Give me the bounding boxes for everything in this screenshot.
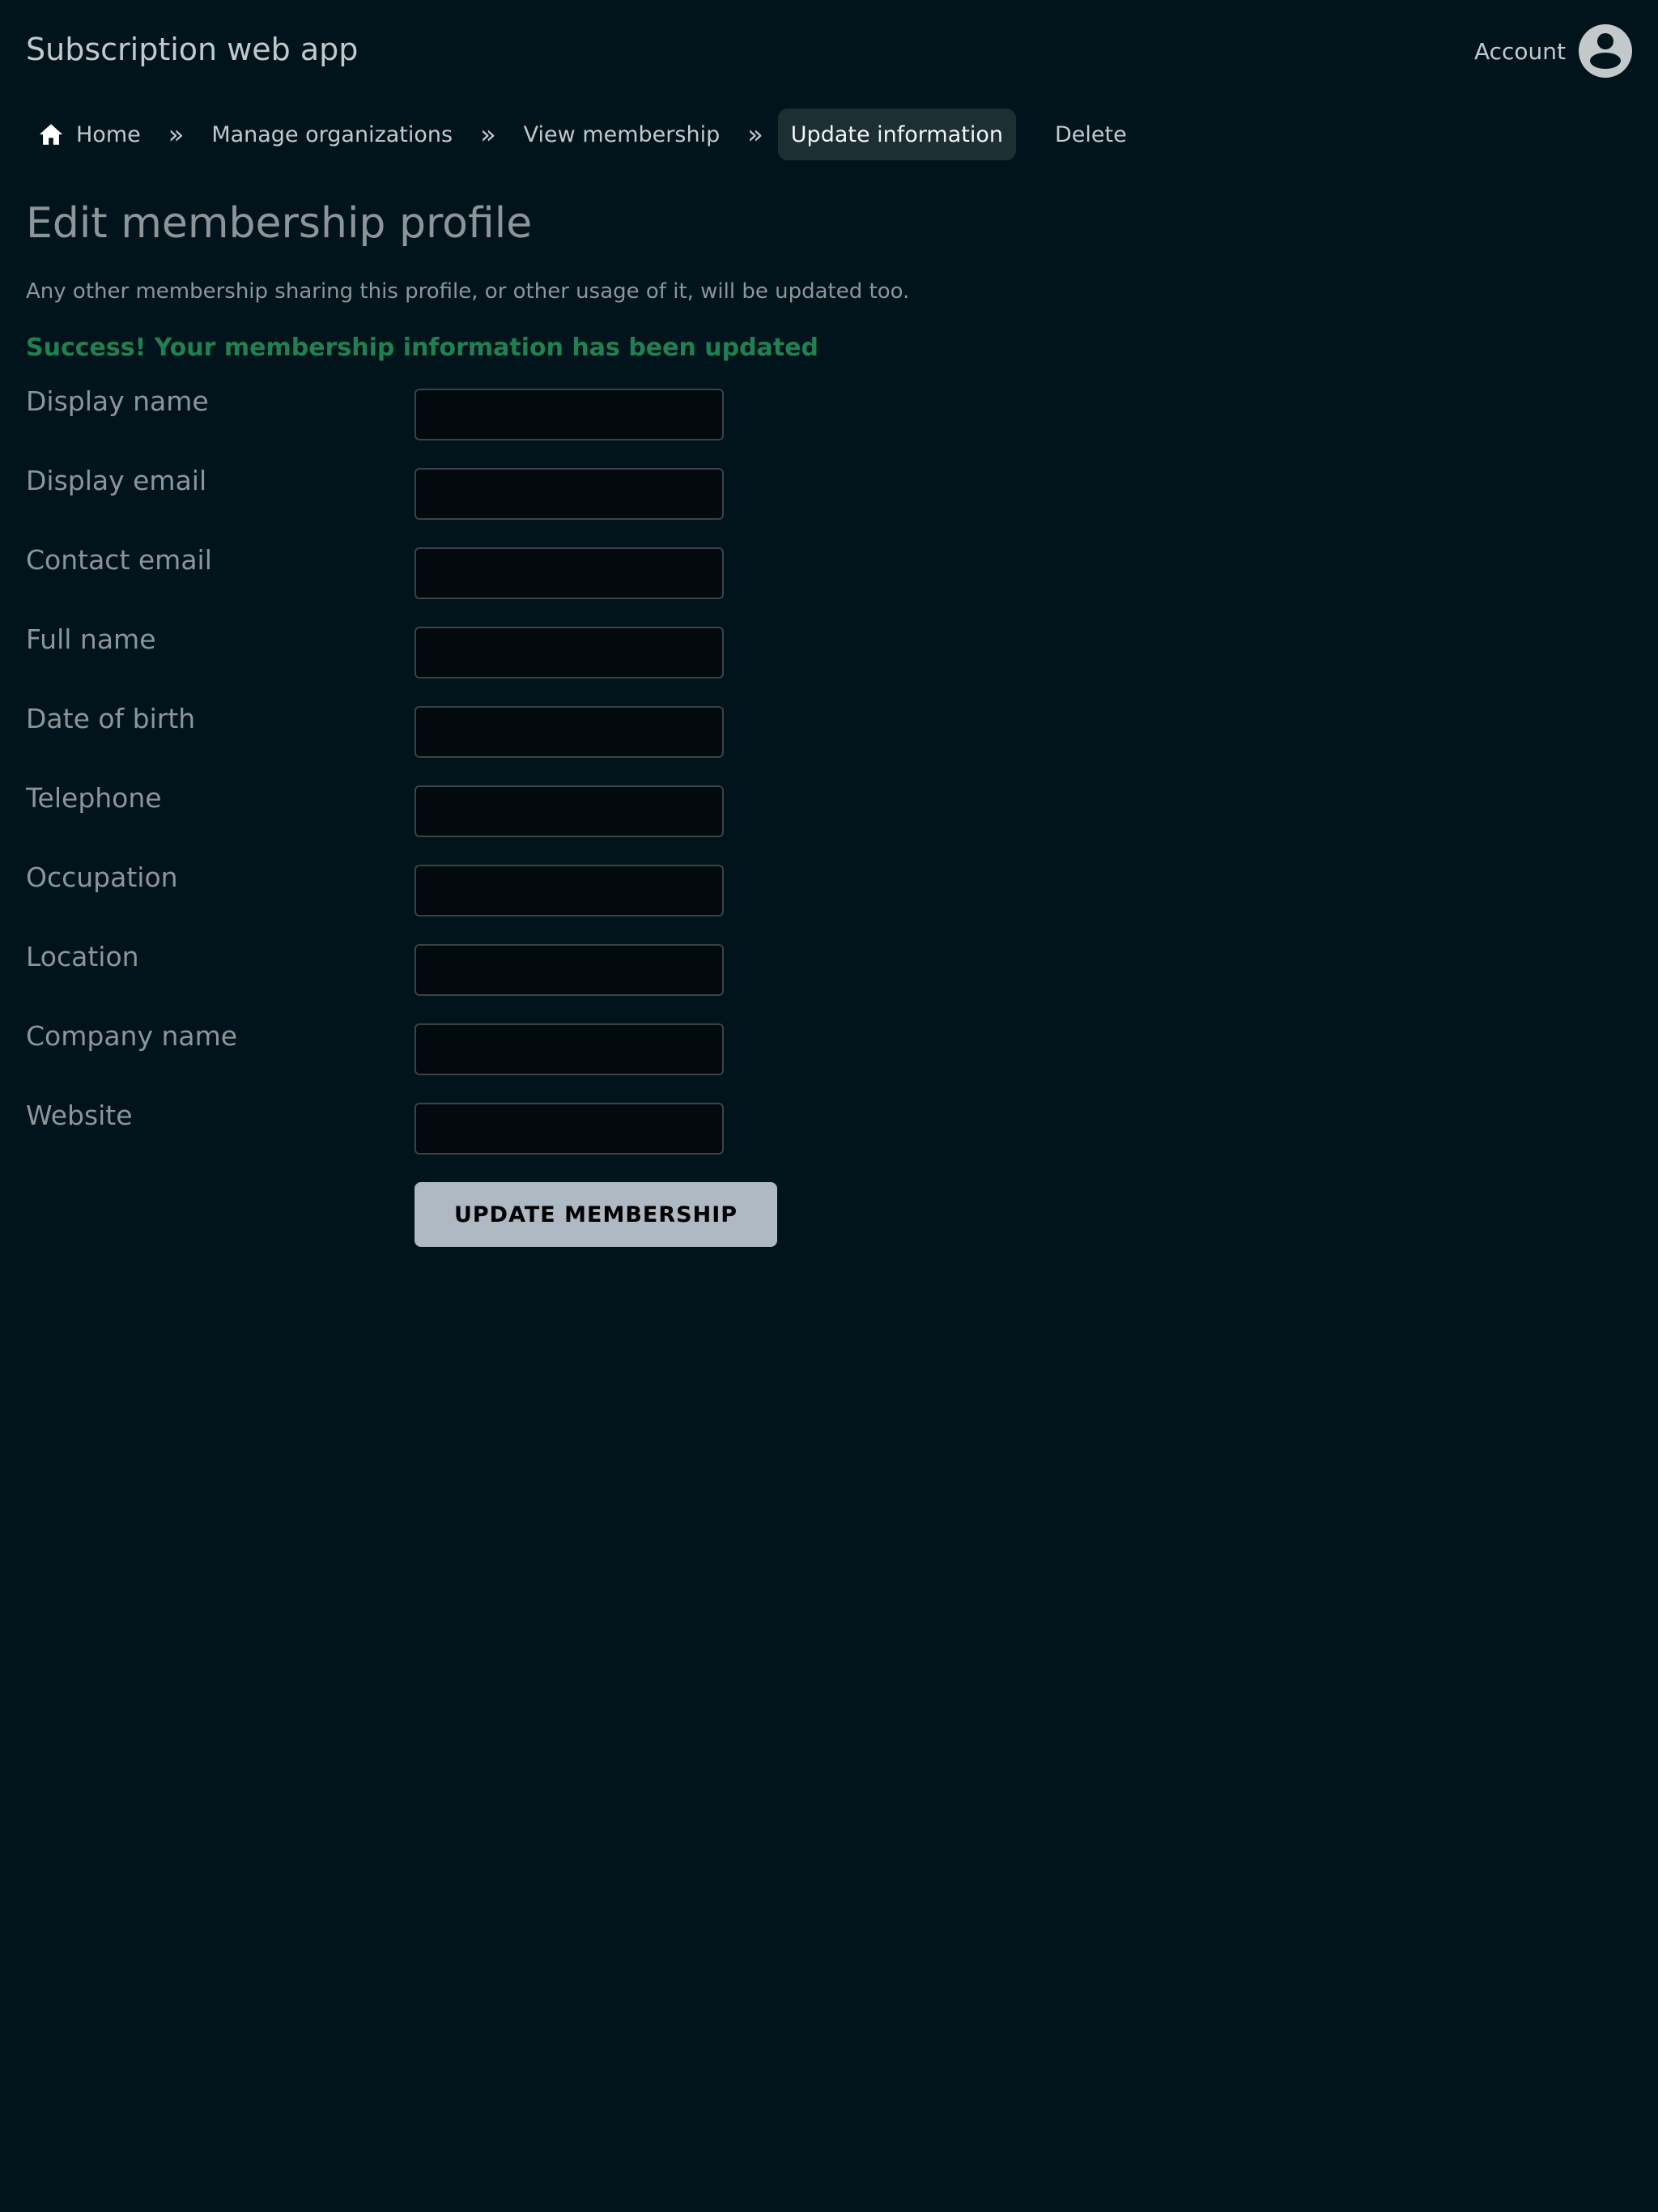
account-menu[interactable]: Account (1474, 24, 1632, 78)
app-title: Subscription web app (26, 32, 359, 67)
date-of-birth-label: Date of birth (26, 703, 196, 734)
account-label: Account (1473, 37, 1566, 65)
occupation-label: Occupation (26, 861, 178, 893)
form-row-display-name: Display name (26, 385, 835, 465)
location-input[interactable] (414, 944, 724, 996)
telephone-label: Telephone (26, 782, 162, 814)
breadcrumb-separator: » (168, 119, 185, 150)
breadcrumb-home[interactable]: Home (26, 108, 154, 160)
user-circle-icon[interactable] (1579, 24, 1632, 78)
breadcrumb-separator: » (480, 119, 496, 150)
telephone-input[interactable] (414, 785, 724, 837)
breadcrumb-separator: » (747, 119, 763, 150)
form-row-website: Website (26, 1100, 835, 1179)
location-label: Location (26, 941, 139, 972)
membership-form: Display name Display email Contact email… (26, 385, 835, 1179)
home-icon (39, 124, 63, 145)
contact-email-label: Contact email (26, 544, 212, 576)
form-row-full-name: Full name (26, 623, 835, 703)
company-name-label: Company name (26, 1020, 238, 1052)
form-row-date-of-birth: Date of birth (26, 703, 835, 782)
breadcrumb: Home » Manage organizations » View membe… (26, 108, 1140, 160)
page-title: Edit membership profile (26, 199, 533, 248)
form-row-company-name: Company name (26, 1020, 835, 1100)
display-email-input[interactable] (414, 468, 724, 520)
update-membership-button[interactable]: UPDATE MEMBERSHIP (414, 1182, 777, 1247)
date-of-birth-input[interactable] (414, 706, 724, 758)
website-label: Website (26, 1100, 133, 1131)
contact-email-input[interactable] (414, 547, 724, 599)
website-input[interactable] (414, 1103, 724, 1155)
full-name-label: Full name (26, 623, 156, 655)
form-row-telephone: Telephone (26, 782, 835, 861)
breadcrumb-home-label: Home (76, 121, 141, 147)
occupation-input[interactable] (414, 865, 724, 917)
breadcrumb-update-information[interactable]: Update information (777, 108, 1016, 160)
display-email-label: Display email (26, 465, 207, 496)
delete-link[interactable]: Delete (1042, 108, 1140, 160)
form-row-contact-email: Contact email (26, 544, 835, 623)
breadcrumb-manage-organizations[interactable]: Manage organizations (198, 108, 466, 160)
company-name-input[interactable] (414, 1023, 724, 1075)
full-name-input[interactable] (414, 627, 724, 678)
form-row-location: Location (26, 941, 835, 1020)
display-name-label: Display name (26, 385, 209, 417)
success-message: Success! Your membership information has… (26, 334, 819, 362)
form-row-display-email: Display email (26, 465, 835, 544)
form-row-occupation: Occupation (26, 861, 835, 941)
breadcrumb-view-membership[interactable]: View membership (511, 108, 733, 160)
display-name-input[interactable] (414, 389, 724, 440)
page-description: Any other membership sharing this profil… (26, 279, 910, 304)
